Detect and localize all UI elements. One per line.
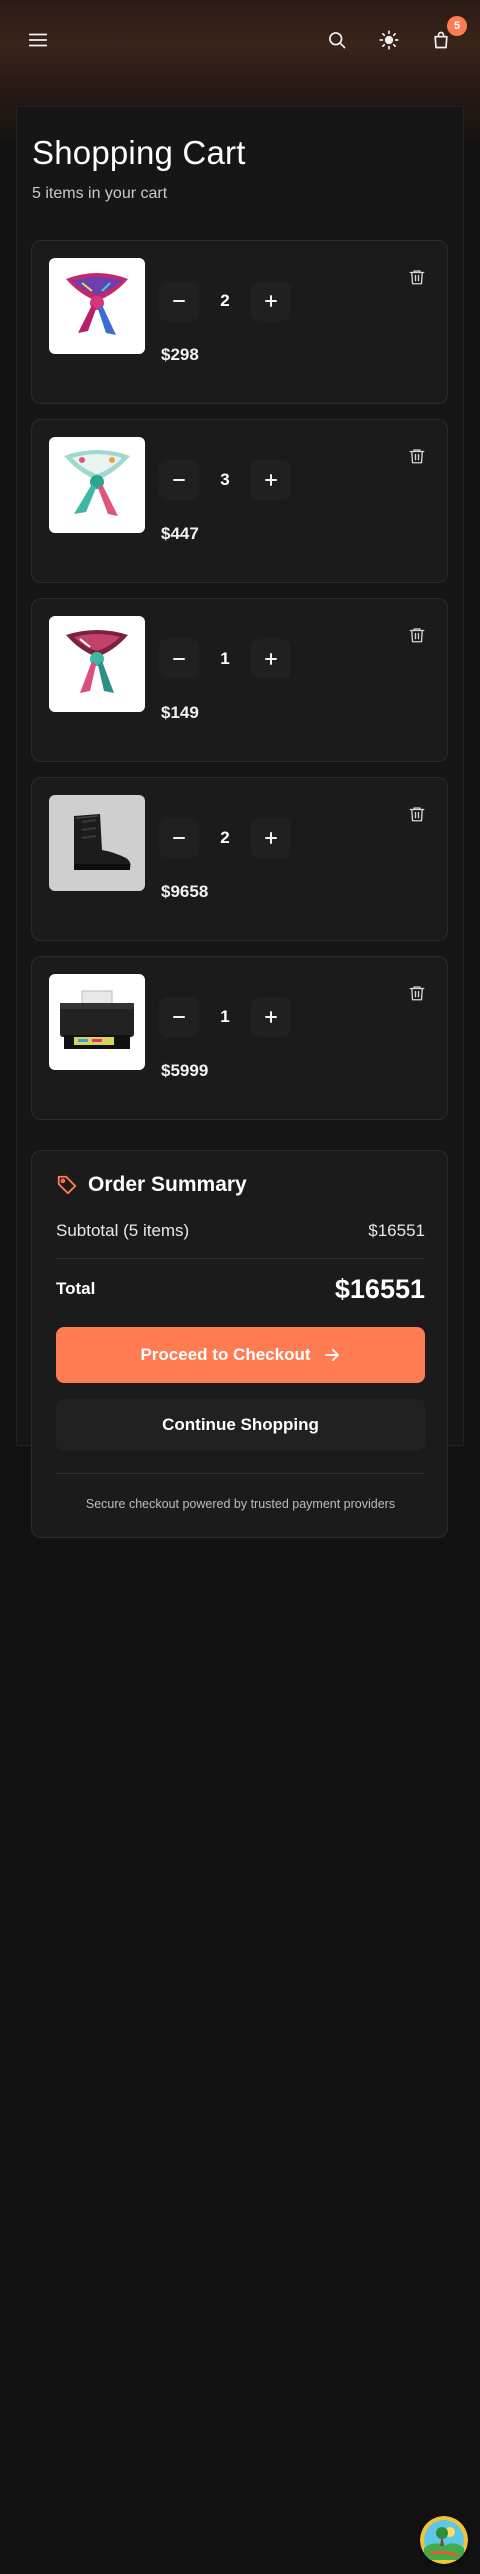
order-summary-header: Order Summary xyxy=(56,1173,247,1197)
continue-shopping-label: Continue Shopping xyxy=(162,1415,319,1434)
quantity-stepper: 1 xyxy=(159,997,291,1037)
cart-item: 1 $149 xyxy=(31,598,448,762)
tag-icon xyxy=(57,1175,77,1195)
total-value: $16551 xyxy=(334,1273,425,1304)
secure-checkout-note: Secure checkout powered by trusted payme… xyxy=(85,1497,396,1511)
search-button[interactable] xyxy=(321,24,353,56)
minus-icon xyxy=(173,300,185,302)
increase-quantity-button[interactable] xyxy=(251,460,291,500)
trash-icon xyxy=(409,449,425,464)
product-image[interactable] xyxy=(49,795,145,891)
remove-item-button[interactable] xyxy=(403,979,431,1007)
plus-icon xyxy=(265,295,277,307)
remove-item-button[interactable] xyxy=(403,621,431,649)
cart-item: 2 $9658 xyxy=(31,777,448,941)
trash-icon xyxy=(409,807,425,822)
item-price: $149 xyxy=(161,703,199,722)
remove-item-button[interactable] xyxy=(403,800,431,828)
trash-icon xyxy=(409,986,425,1001)
quantity-value: 1 xyxy=(220,1007,230,1026)
product-image[interactable] xyxy=(49,258,145,354)
checkout-label: Proceed to Checkout xyxy=(140,1345,311,1364)
product-image[interactable] xyxy=(49,437,145,533)
decrease-quantity-button[interactable] xyxy=(159,639,199,679)
remove-item-button[interactable] xyxy=(403,263,431,291)
trash-icon xyxy=(409,270,425,285)
landscape-avatar-icon xyxy=(420,2516,468,2564)
increase-quantity-button[interactable] xyxy=(251,997,291,1037)
quantity-stepper: 3 xyxy=(159,460,291,500)
scarf-pink-icon xyxy=(66,273,128,335)
cart-item: 1 $5999 xyxy=(31,956,448,1120)
summary-divider xyxy=(56,1258,425,1259)
menu-icon xyxy=(28,33,48,47)
minus-icon xyxy=(173,837,185,839)
plus-icon xyxy=(265,832,277,844)
item-price: $9658 xyxy=(161,882,209,901)
minus-icon xyxy=(173,479,185,481)
decrease-quantity-button[interactable] xyxy=(159,281,199,321)
scarf-pink-icon xyxy=(66,630,128,693)
remove-item-button[interactable] xyxy=(403,442,431,470)
boot-icon xyxy=(74,814,131,870)
item-price: $298 xyxy=(161,345,199,364)
product-image[interactable] xyxy=(49,616,145,712)
item-count-text: 5 items in your cart xyxy=(32,185,168,202)
shopping-bag-icon xyxy=(434,31,448,49)
subtotal-row: Subtotal (5 items) $16551 xyxy=(56,1221,425,1241)
total-row: Total $16551 xyxy=(56,1269,425,1309)
increase-quantity-button[interactable] xyxy=(251,281,291,321)
quantity-value: 2 xyxy=(220,828,230,847)
quantity-stepper: 2 xyxy=(159,818,291,858)
summary-divider xyxy=(56,1473,425,1474)
arrow-right-icon xyxy=(324,1348,339,1362)
total-label: Total xyxy=(56,1279,96,1298)
cart-item: 3 $447 xyxy=(31,419,448,583)
plus-icon xyxy=(265,653,277,665)
subtotal-label: Subtotal (5 items) xyxy=(56,1221,190,1240)
quantity-value: 1 xyxy=(220,649,230,668)
item-price: $447 xyxy=(161,524,199,543)
order-summary-card: Order Summary Subtotal (5 items) $16551 … xyxy=(31,1150,448,1538)
assistant-launcher-button[interactable] xyxy=(420,2516,468,2564)
top-nav-bar: 5 xyxy=(0,0,480,82)
decrease-quantity-button[interactable] xyxy=(159,997,199,1037)
minus-icon xyxy=(173,1016,185,1018)
decrease-quantity-button[interactable] xyxy=(159,818,199,858)
plus-icon xyxy=(265,474,277,486)
product-image[interactable] xyxy=(49,974,145,1070)
cart-item: 2 $298 xyxy=(31,240,448,404)
sun-icon xyxy=(379,30,399,50)
subtotal-value: $16551 xyxy=(368,1221,425,1240)
minus-icon xyxy=(173,658,185,660)
page-title: Shopping Cart xyxy=(32,134,246,171)
quantity-stepper: 2 xyxy=(159,281,291,321)
plus-icon xyxy=(265,1011,277,1023)
theme-toggle-button[interactable] xyxy=(373,24,405,56)
continue-shopping-button[interactable]: Continue Shopping xyxy=(56,1399,425,1451)
decrease-quantity-button[interactable] xyxy=(159,460,199,500)
increase-quantity-button[interactable] xyxy=(251,818,291,858)
trash-icon xyxy=(409,628,425,643)
proceed-to-checkout-button[interactable]: Proceed to Checkout xyxy=(56,1327,425,1383)
cart-count-badge: 5 xyxy=(447,16,467,36)
search-icon xyxy=(329,32,346,49)
menu-button[interactable] xyxy=(22,24,54,56)
scarf-teal-icon xyxy=(64,450,130,516)
quantity-stepper: 1 xyxy=(159,639,291,679)
order-summary-title: Order Summary xyxy=(88,1173,247,1196)
increase-quantity-button[interactable] xyxy=(251,639,291,679)
quantity-value: 3 xyxy=(220,470,230,489)
item-price: $5999 xyxy=(161,1061,209,1080)
quantity-value: 2 xyxy=(220,291,230,310)
printer-icon xyxy=(60,990,134,1049)
